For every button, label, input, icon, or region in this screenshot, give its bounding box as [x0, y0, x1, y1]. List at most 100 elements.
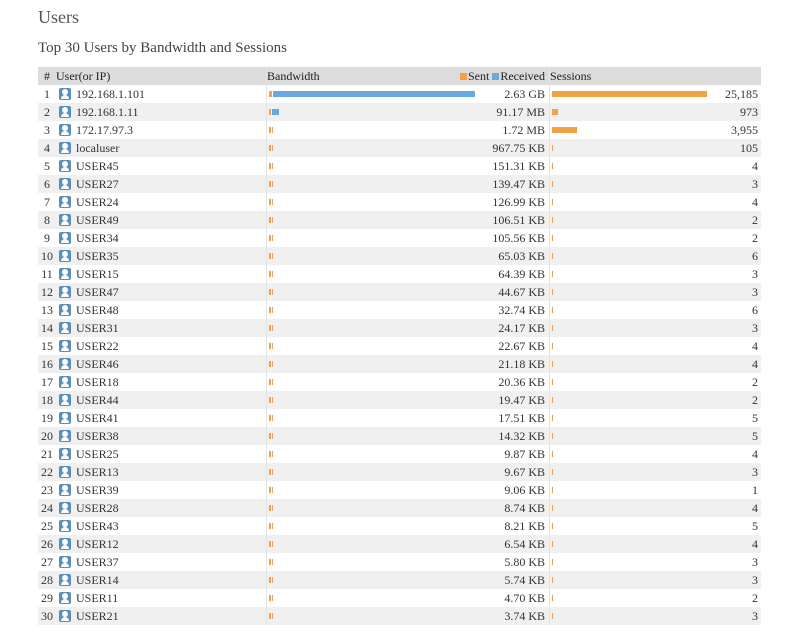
- user-name[interactable]: USER49: [76, 213, 119, 227]
- table-row[interactable]: 3 172.17.97.3 1.72 MB 3,955: [38, 121, 761, 139]
- user-cell[interactable]: USER43: [56, 517, 267, 535]
- user-cell[interactable]: USER21: [56, 607, 267, 625]
- user-cell[interactable]: USER45: [56, 157, 267, 175]
- user-name[interactable]: USER39: [76, 483, 119, 497]
- user-name[interactable]: USER18: [76, 375, 119, 389]
- user-name[interactable]: USER38: [76, 429, 119, 443]
- user-name[interactable]: localuser: [76, 141, 119, 155]
- bandwidth-value: 91.17 MB: [496, 105, 545, 119]
- user-name[interactable]: 192.168.1.101: [76, 87, 145, 101]
- table-row[interactable]: 25 USER43 8.21 KB 5: [38, 517, 761, 535]
- user-name[interactable]: USER43: [76, 519, 119, 533]
- table-row[interactable]: 8 USER49 106.51 KB 2: [38, 211, 761, 229]
- user-name[interactable]: USER37: [76, 555, 119, 569]
- table-row[interactable]: 14 USER31 24.17 KB 3: [38, 319, 761, 337]
- bandwidth-value: 5.80 KB: [504, 555, 545, 569]
- user-cell[interactable]: USER25: [56, 445, 267, 463]
- bandwidth-header[interactable]: Bandwidth Sent Received: [267, 67, 550, 85]
- table-row[interactable]: 26 USER12 6.54 KB 4: [38, 535, 761, 553]
- sessions-bar: [552, 163, 553, 169]
- table-row[interactable]: 27 USER37 5.80 KB 3: [38, 553, 761, 571]
- user-cell[interactable]: USER47: [56, 283, 267, 301]
- user-name[interactable]: USER11: [76, 591, 118, 605]
- user-cell[interactable]: USER14: [56, 571, 267, 589]
- user-cell[interactable]: USER48: [56, 301, 267, 319]
- table-row[interactable]: 28 USER14 5.74 KB 3: [38, 571, 761, 589]
- user-name[interactable]: USER47: [76, 285, 119, 299]
- user-cell[interactable]: USER11: [56, 589, 267, 607]
- table-row[interactable]: 22 USER13 9.67 KB 3: [38, 463, 761, 481]
- user-name[interactable]: USER34: [76, 231, 119, 245]
- user-name[interactable]: 192.168.1.11: [76, 105, 139, 119]
- user-cell[interactable]: USER35: [56, 247, 267, 265]
- user-cell[interactable]: USER34: [56, 229, 267, 247]
- user-name[interactable]: USER14: [76, 573, 119, 587]
- table-row[interactable]: 23 USER39 9.06 KB 1: [38, 481, 761, 499]
- received-bar: [272, 433, 273, 439]
- table-row[interactable]: 1 192.168.1.101 2.63 GB 25,185: [38, 85, 761, 103]
- user-cell[interactable]: 172.17.97.3: [56, 121, 267, 139]
- table-row[interactable]: 4 localuser 967.75 KB 105: [38, 139, 761, 157]
- user-name[interactable]: USER25: [76, 447, 119, 461]
- table-row[interactable]: 5 USER45 151.31 KB 4: [38, 157, 761, 175]
- user-cell[interactable]: USER12: [56, 535, 267, 553]
- table-row[interactable]: 12 USER47 44.67 KB 3: [38, 283, 761, 301]
- user-name[interactable]: USER27: [76, 177, 119, 191]
- user-cell[interactable]: 192.168.1.11: [56, 103, 267, 121]
- user-cell[interactable]: USER49: [56, 211, 267, 229]
- sessions-header[interactable]: Sessions: [549, 67, 761, 85]
- table-row[interactable]: 18 USER44 19.47 KB 2: [38, 391, 761, 409]
- user-cell[interactable]: localuser: [56, 139, 267, 157]
- table-row[interactable]: 29 USER11 4.70 KB 2: [38, 589, 761, 607]
- user-cell[interactable]: USER27: [56, 175, 267, 193]
- table-row[interactable]: 11 USER15 64.39 KB 3: [38, 265, 761, 283]
- user-name[interactable]: USER13: [76, 465, 119, 479]
- user-name[interactable]: USER28: [76, 501, 119, 515]
- table-row[interactable]: 7 USER24 126.99 KB 4: [38, 193, 761, 211]
- user-cell[interactable]: USER13: [56, 463, 267, 481]
- table-row[interactable]: 24 USER28 8.74 KB 4: [38, 499, 761, 517]
- table-row[interactable]: 15 USER22 22.67 KB 4: [38, 337, 761, 355]
- user-cell[interactable]: USER41: [56, 409, 267, 427]
- user-cell[interactable]: USER39: [56, 481, 267, 499]
- user-name[interactable]: USER15: [76, 267, 119, 281]
- table-row[interactable]: 21 USER25 9.87 KB 4: [38, 445, 761, 463]
- user-cell[interactable]: USER28: [56, 499, 267, 517]
- user-header[interactable]: User(or IP): [56, 67, 267, 85]
- table-row[interactable]: 10 USER35 65.03 KB 6: [38, 247, 761, 265]
- user-name[interactable]: USER12: [76, 537, 119, 551]
- user-cell[interactable]: USER44: [56, 391, 267, 409]
- user-cell[interactable]: 192.168.1.101: [56, 85, 267, 103]
- user-name[interactable]: USER31: [76, 321, 119, 335]
- table-row[interactable]: 2 192.168.1.11 91.17 MB 973: [38, 103, 761, 121]
- sessions-cell: 25,185: [549, 85, 761, 103]
- table-row[interactable]: 9 USER34 105.56 KB 2: [38, 229, 761, 247]
- user-cell[interactable]: USER31: [56, 319, 267, 337]
- table-row[interactable]: 19 USER41 17.51 KB 5: [38, 409, 761, 427]
- rank-cell: 4: [44, 141, 50, 155]
- table-row[interactable]: 17 USER18 20.36 KB 2: [38, 373, 761, 391]
- user-cell[interactable]: USER38: [56, 427, 267, 445]
- user-cell[interactable]: USER24: [56, 193, 267, 211]
- user-cell[interactable]: USER22: [56, 337, 267, 355]
- user-name[interactable]: USER22: [76, 339, 119, 353]
- user-name[interactable]: USER41: [76, 411, 119, 425]
- user-name[interactable]: USER46: [76, 357, 119, 371]
- user-name[interactable]: USER48: [76, 303, 119, 317]
- table-row[interactable]: 13 USER48 32.74 KB 6: [38, 301, 761, 319]
- user-name[interactable]: USER44: [76, 393, 119, 407]
- user-cell[interactable]: USER18: [56, 373, 267, 391]
- user-name[interactable]: USER35: [76, 249, 119, 263]
- user-name[interactable]: USER21: [76, 609, 119, 623]
- user-cell[interactable]: USER37: [56, 553, 267, 571]
- user-name[interactable]: USER24: [76, 195, 119, 209]
- bandwidth-value: 20.36 KB: [498, 375, 545, 389]
- user-name[interactable]: USER45: [76, 159, 119, 173]
- user-name[interactable]: 172.17.97.3: [76, 123, 133, 137]
- table-row[interactable]: 30 USER21 3.74 KB 3: [38, 607, 761, 625]
- user-cell[interactable]: USER46: [56, 355, 267, 373]
- table-row[interactable]: 16 USER46 21.18 KB 4: [38, 355, 761, 373]
- table-row[interactable]: 6 USER27 139.47 KB 3: [38, 175, 761, 193]
- table-row[interactable]: 20 USER38 14.32 KB 5: [38, 427, 761, 445]
- user-cell[interactable]: USER15: [56, 265, 267, 283]
